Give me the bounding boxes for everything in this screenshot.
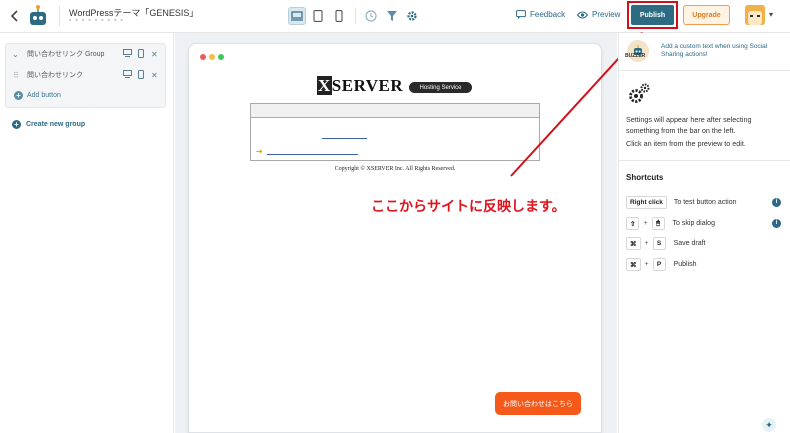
window-dot-green: [218, 54, 224, 60]
filter-icon: [387, 11, 397, 21]
arrow-right-icon: ➔: [256, 147, 263, 156]
promo-text[interactable]: Add a custom text when using Social Shar…: [661, 43, 781, 59]
plus-sign: +: [643, 220, 648, 227]
shortcut-label: Publish: [673, 261, 697, 268]
group-name: 問い合わせリンク Group: [27, 51, 105, 58]
eye-icon: [577, 11, 588, 18]
settings-button[interactable]: [405, 9, 419, 23]
browser-frame: [188, 43, 602, 433]
divider: [59, 6, 60, 26]
group-header[interactable]: ⌄ 問い合わせリンク Group ✕: [6, 47, 167, 61]
shortcut-label: To test button action: [673, 199, 737, 206]
desktop-icon[interactable]: [123, 49, 132, 59]
gear-icon: [407, 11, 417, 21]
mobile-icon: [335, 10, 343, 22]
list-item[interactable]: ⠿ 問い合わせリンク ✕: [6, 68, 167, 82]
back-arrow-icon[interactable]: [8, 9, 22, 23]
plus-icon: +: [12, 120, 21, 129]
button-group: ⌄ 問い合わせリンク Group ✕ ⠿ 問い合わせリンク ✕ + Add bu…: [5, 43, 166, 108]
command-key-icon: ⌘: [626, 258, 641, 271]
hosting-service-badge: Hosting Service: [409, 82, 472, 93]
gears-icon: [627, 82, 651, 106]
divider: [355, 8, 356, 24]
app-logo-icon: [27, 4, 49, 28]
annotation-text: ここからサイトに反映します。: [371, 198, 566, 214]
create-group-button[interactable]: + Create new group: [12, 120, 85, 129]
feedback-label: Feedback: [530, 10, 566, 19]
divider: [619, 70, 790, 71]
info-icon[interactable]: i: [772, 198, 781, 207]
form-link-line[interactable]: [322, 138, 367, 139]
xserver-logo: XSERVER: [317, 76, 404, 95]
mobile-view-button[interactable]: [330, 7, 348, 25]
shortcut-label: Save draft: [673, 240, 706, 247]
form-link-line[interactable]: [267, 154, 358, 155]
create-group-label: Create new group: [26, 121, 86, 128]
desktop-icon: [291, 11, 303, 21]
command-key-icon: ⌘: [626, 237, 641, 250]
window-dot-red: [200, 54, 206, 60]
feedback-icon: [516, 10, 526, 19]
plus-icon: +: [14, 91, 23, 100]
add-button-label: Add button: [27, 92, 61, 99]
settings-hint: Settings will appear here after selectin…: [626, 115, 752, 135]
buzzer-label: BUZZER: [625, 53, 646, 59]
publish-button[interactable]: Publish: [631, 5, 674, 25]
shortcut-row: ⇧ + 🖱 To skip dialog: [626, 217, 715, 230]
site-form-box: ➔: [250, 103, 540, 161]
close-icon[interactable]: ✕: [151, 50, 158, 59]
drag-handle-icon[interactable]: ⠿: [13, 71, 19, 80]
shortcut-row: Right click To test button action: [626, 196, 737, 209]
clock-icon: [365, 10, 377, 22]
info-icon[interactable]: i: [772, 219, 781, 228]
shift-key-icon: ⇧: [626, 217, 640, 230]
chevron-down-icon[interactable]: ▾: [769, 10, 773, 19]
shortcut-label: To skip dialog: [672, 220, 715, 227]
copyright-text: Copyright © XSERVER Inc. All Rights Rese…: [334, 166, 456, 172]
feedback-button[interactable]: Feedback: [516, 10, 565, 19]
plus-sign: +: [644, 261, 649, 268]
click-hint: Click an item from the preview to edit.: [626, 139, 746, 148]
item-name: 問い合わせリンク: [27, 72, 83, 79]
preview-label: Preview: [592, 10, 621, 19]
shortcuts-title: Shortcuts: [626, 173, 664, 182]
desktop-view-button[interactable]: [288, 7, 306, 25]
divider: [619, 160, 790, 161]
filter-button[interactable]: [385, 9, 399, 23]
project-subtitle: ▪ ▪ ▪ ▪ ▪ ▪ ▪ ▪ ▪: [69, 17, 124, 24]
add-button[interactable]: + Add button: [14, 91, 61, 100]
top-bar: WordPressテーマ「GENESIS」 ▪ ▪ ▪ ▪ ▪ ▪ ▪ ▪ ▪ …: [0, 0, 790, 33]
tablet-view-button[interactable]: [309, 7, 327, 25]
sparkle-icon[interactable]: ✦: [762, 418, 776, 432]
shortcut-row: ⌘ + P Publish: [626, 258, 697, 271]
plus-sign: +: [644, 240, 649, 247]
tablet-icon: [313, 10, 323, 22]
desktop-icon[interactable]: [123, 70, 132, 80]
shortcut-key: S: [652, 237, 666, 250]
form-header-strip: [251, 104, 539, 118]
history-button[interactable]: [364, 9, 378, 23]
close-icon[interactable]: ✕: [151, 71, 158, 80]
shortcut-row: ⌘ + S Save draft: [626, 237, 706, 250]
mobile-icon[interactable]: [138, 48, 144, 60]
chevron-down-icon[interactable]: ⌄: [12, 50, 19, 59]
mouse-key-icon: 🖱: [651, 217, 665, 230]
contact-floating-button[interactable]: お問い合わせはこちら: [495, 392, 581, 415]
mobile-icon[interactable]: [138, 69, 144, 81]
window-dot-yellow: [209, 54, 215, 60]
shortcut-key: P: [652, 258, 666, 271]
preview-button[interactable]: Preview: [577, 10, 620, 19]
shortcut-key: Right click: [626, 196, 667, 209]
avatar[interactable]: [745, 5, 765, 25]
upgrade-button[interactable]: Upgrade: [683, 5, 730, 25]
